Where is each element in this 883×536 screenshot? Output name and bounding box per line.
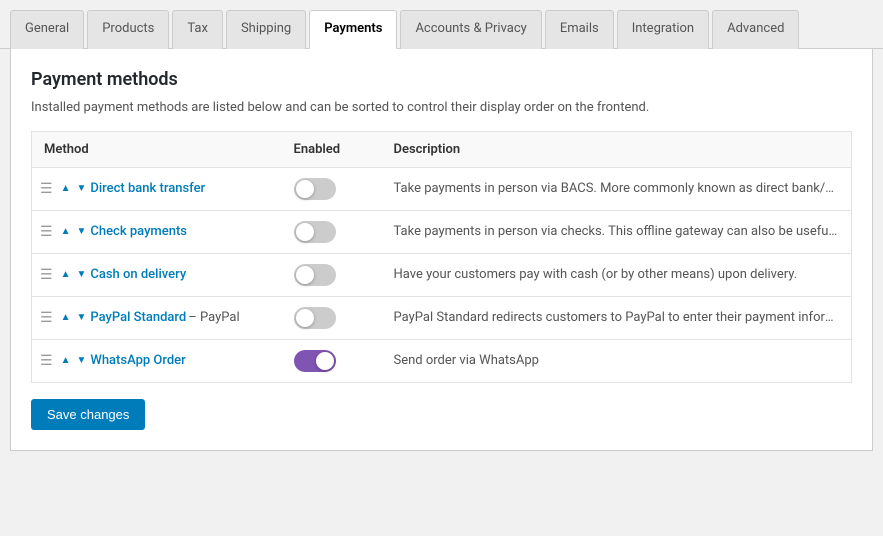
method-link-direct-bank-transfer[interactable]: Direct bank transfer bbox=[90, 181, 205, 196]
sort-controls-whatsapp-order: ☰ ▲▼WhatsApp Order bbox=[40, 353, 270, 369]
method-subtitle-paypal-standard: – PayPal bbox=[188, 310, 239, 325]
tab-advanced[interactable]: Advanced bbox=[712, 10, 799, 49]
description-cell-cash-on-delivery: Have your customers pay with cash (or by… bbox=[382, 253, 852, 296]
toggle-whatsapp-order[interactable] bbox=[294, 350, 336, 372]
move-up-check-payments[interactable]: ▲ bbox=[59, 226, 73, 238]
th-description: Description bbox=[382, 131, 852, 167]
move-down-cash-on-delivery[interactable]: ▼ bbox=[74, 269, 88, 281]
description-cell-check-payments: Take payments in person via checks. This… bbox=[382, 210, 852, 253]
sort-controls-paypal-standard: ☰ ▲▼PayPal Standard – PayPal bbox=[40, 310, 270, 326]
drag-handle-check-payments[interactable]: ☰ bbox=[40, 224, 53, 240]
toggle-track-direct-bank-transfer bbox=[294, 178, 336, 200]
method-link-paypal-standard[interactable]: PayPal Standard bbox=[90, 310, 186, 325]
toggle-track-cash-on-delivery bbox=[294, 264, 336, 286]
enabled-cell-paypal-standard bbox=[282, 296, 382, 339]
tab-emails[interactable]: Emails bbox=[545, 10, 614, 49]
tab-shipping[interactable]: Shipping bbox=[226, 10, 306, 49]
table-header-row: Method Enabled Description bbox=[32, 131, 852, 167]
toggle-thumb-check-payments bbox=[296, 223, 314, 241]
page-title: Payment methods bbox=[31, 69, 852, 90]
sort-cell-whatsapp-order: ☰ ▲▼WhatsApp Order bbox=[32, 339, 282, 382]
drag-handle-whatsapp-order[interactable]: ☰ bbox=[40, 353, 53, 369]
description-cell-paypal-standard: PayPal Standard redirects customers to P… bbox=[382, 296, 852, 339]
sort-controls-direct-bank-transfer: ☰ ▲▼Direct bank transfer bbox=[40, 181, 270, 197]
tab-products[interactable]: Products bbox=[87, 10, 169, 49]
enabled-cell-check-payments bbox=[282, 210, 382, 253]
sort-cell-direct-bank-transfer: ☰ ▲▼Direct bank transfer bbox=[32, 167, 282, 210]
tab-integration[interactable]: Integration bbox=[617, 10, 709, 49]
page-wrapper: GeneralProductsTaxShippingPaymentsAccoun… bbox=[0, 0, 883, 536]
enabled-cell-cash-on-delivery bbox=[282, 253, 382, 296]
toggle-paypal-standard[interactable] bbox=[294, 307, 336, 329]
toggle-thumb-direct-bank-transfer bbox=[296, 180, 314, 198]
toggle-cash-on-delivery[interactable] bbox=[294, 264, 336, 286]
drag-handle-paypal-standard[interactable]: ☰ bbox=[40, 310, 53, 326]
enabled-cell-direct-bank-transfer bbox=[282, 167, 382, 210]
table-row: ☰ ▲▼WhatsApp Order Send order via WhatsApp bbox=[32, 339, 852, 382]
description-cell-direct-bank-transfer: Take payments in person via BACS. More c… bbox=[382, 167, 852, 210]
sort-controls-check-payments: ☰ ▲▼Check payments bbox=[40, 224, 270, 240]
move-up-direct-bank-transfer[interactable]: ▲ bbox=[59, 183, 73, 195]
table-row: ☰ ▲▼Direct bank transfer Take payments in … bbox=[32, 167, 852, 210]
toggle-track-paypal-standard bbox=[294, 307, 336, 329]
move-down-whatsapp-order[interactable]: ▼ bbox=[74, 355, 88, 367]
tab-tax[interactable]: Tax bbox=[172, 10, 223, 49]
move-up-paypal-standard[interactable]: ▲ bbox=[59, 312, 73, 324]
move-up-whatsapp-order[interactable]: ▲ bbox=[59, 355, 73, 367]
sort-cell-cash-on-delivery: ☰ ▲▼Cash on delivery bbox=[32, 253, 282, 296]
table-row: ☰ ▲▼Check payments Take payments in person… bbox=[32, 210, 852, 253]
th-method: Method bbox=[32, 131, 282, 167]
method-link-whatsapp-order[interactable]: WhatsApp Order bbox=[90, 353, 185, 368]
toggle-thumb-cash-on-delivery bbox=[296, 266, 314, 284]
toggle-thumb-paypal-standard bbox=[296, 309, 314, 327]
drag-handle-cash-on-delivery[interactable]: ☰ bbox=[40, 267, 53, 283]
table-row: ☰ ▲▼Cash on delivery Have your customers p… bbox=[32, 253, 852, 296]
toggle-track-check-payments bbox=[294, 221, 336, 243]
move-down-paypal-standard[interactable]: ▼ bbox=[74, 312, 88, 324]
th-enabled: Enabled bbox=[282, 131, 382, 167]
tab-navigation: GeneralProductsTaxShippingPaymentsAccoun… bbox=[0, 10, 883, 49]
toggle-track-whatsapp-order bbox=[294, 350, 336, 372]
drag-handle-direct-bank-transfer[interactable]: ☰ bbox=[40, 181, 53, 197]
payment-methods-table: Method Enabled Description ☰▲▼Direct ban… bbox=[31, 131, 852, 383]
tab-general[interactable]: General bbox=[10, 10, 84, 49]
content-area: Payment methods Installed payment method… bbox=[10, 49, 873, 451]
method-link-check-payments[interactable]: Check payments bbox=[90, 224, 187, 239]
toggle-check-payments[interactable] bbox=[294, 221, 336, 243]
payment-rows-body: ☰▲▼Direct bank transferTake payments in … bbox=[32, 167, 852, 382]
sort-cell-paypal-standard: ☰ ▲▼PayPal Standard – PayPal bbox=[32, 296, 282, 339]
sort-controls-cash-on-delivery: ☰ ▲▼Cash on delivery bbox=[40, 267, 270, 283]
move-down-direct-bank-transfer[interactable]: ▼ bbox=[74, 183, 88, 195]
tab-accounts-privacy[interactable]: Accounts & Privacy bbox=[400, 10, 541, 49]
toggle-thumb-whatsapp-order bbox=[316, 352, 334, 370]
sort-cell-check-payments: ☰ ▲▼Check payments bbox=[32, 210, 282, 253]
move-down-check-payments[interactable]: ▼ bbox=[74, 226, 88, 238]
description-cell-whatsapp-order: Send order via WhatsApp bbox=[382, 339, 852, 382]
move-up-cash-on-delivery[interactable]: ▲ bbox=[59, 269, 73, 281]
enabled-cell-whatsapp-order bbox=[282, 339, 382, 382]
table-row: ☰ ▲▼PayPal Standard – PayPal PayPal Standa… bbox=[32, 296, 852, 339]
toggle-direct-bank-transfer[interactable] bbox=[294, 178, 336, 200]
method-link-cash-on-delivery[interactable]: Cash on delivery bbox=[90, 267, 186, 282]
save-changes-button[interactable]: Save changes bbox=[31, 399, 145, 430]
page-description: Installed payment methods are listed bel… bbox=[31, 100, 852, 115]
tab-payments[interactable]: Payments bbox=[309, 10, 397, 49]
